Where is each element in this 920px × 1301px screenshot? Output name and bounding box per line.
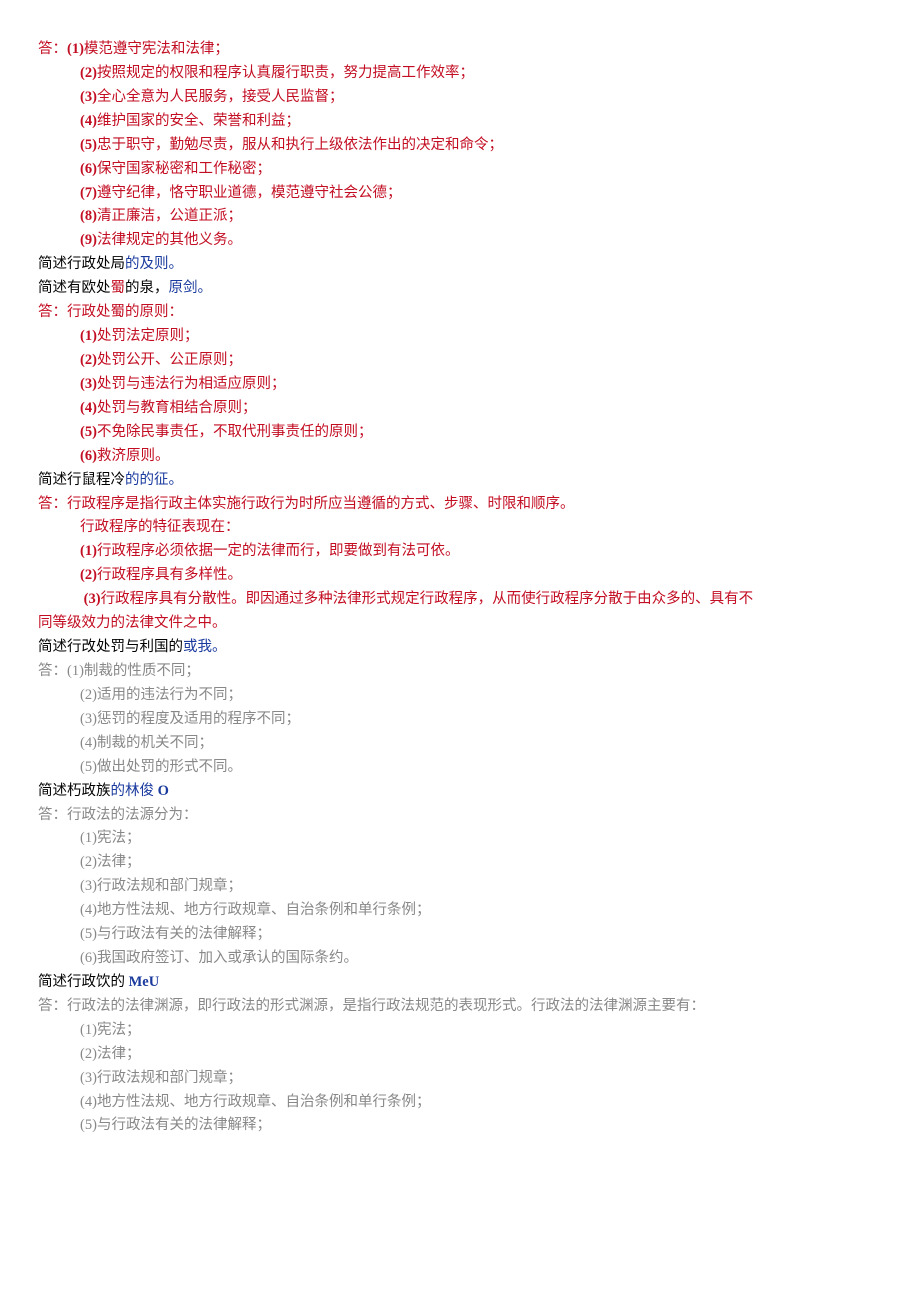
q5-item-5: (5)与行政法有关的法律解释； xyxy=(38,923,882,947)
q6-item-4: (4)地方性法规、地方行政规章、自治条例和单行条例； xyxy=(38,1091,882,1115)
q5-item-1: (1)宪法； xyxy=(38,827,882,851)
q1-answer-line-3: (3)全心全意为人民服务，接受人民监督； xyxy=(38,86,882,110)
q5-item-2: (2)法律； xyxy=(38,851,882,875)
q5-title: 简述朽政族的林俊 O xyxy=(38,780,882,804)
q4-title: 简述行改处罚与利国的或我。 xyxy=(38,636,882,660)
q2-item-4: (4)处罚与教育相结合原则； xyxy=(38,397,882,421)
q2-answer-lead: 答：行政处蜀的原则： xyxy=(38,301,882,325)
q4-item-3: (3)惩罚的程度及适用的程序不同； xyxy=(38,708,882,732)
q1-answer-line-2: (2)按照规定的权限和程序认真履行职责，努力提高工作效率； xyxy=(38,62,882,86)
q3-item-1: (1)行政程序必须依据一定的法律而行，即要做到有法可依。 xyxy=(38,540,882,564)
q5-lead: 答：行政法的法源分为： xyxy=(38,804,882,828)
q1-item-num: (1) xyxy=(67,41,84,57)
q2-item-3: (3)处罚与违法行为相适应原则； xyxy=(38,373,882,397)
q4-item-5: (5)做出处罚的形式不同。 xyxy=(38,756,882,780)
q1-answer-line-4: (4)维护国家的安全、荣誉和利益； xyxy=(38,110,882,134)
q5-item-3: (3)行政法规和部门规章； xyxy=(38,875,882,899)
q6-lead: 答：行政法的法律渊源，即行政法的形式渊源，是指行政法规范的表现形式。行政法的法律… xyxy=(38,995,882,1019)
q6-item-2: (2)法律； xyxy=(38,1043,882,1067)
q3-item-3: (3)行政程序具有分散性。即因通过多种法律形式规定行政程序，从而使行政程序分散于… xyxy=(38,588,882,612)
q3-item-3-cont: 同等级效力的法律文件之中。 xyxy=(38,612,882,636)
q5-item-6: (6)我国政府签订、加入或承认的国际条约。 xyxy=(38,947,882,971)
q5-item-4: (4)地方性法规、地方行政规章、自治条例和单行条例； xyxy=(38,899,882,923)
q3-lead1: 答：行政程序是指行政主体实施行政行为时所应当遵循的方式、步骤、时限和顺序。 xyxy=(38,493,882,517)
q1-answer-line-6: (6)保守国家秘密和工作秘密； xyxy=(38,158,882,182)
q2-title-a: 简述行政处局的及则。 xyxy=(38,253,882,277)
q1-answer-line-7: (7)遵守纪律，恪守职业道德，模范遵守社会公德； xyxy=(38,182,882,206)
q6-title: 简述行政饮的 MeU xyxy=(38,971,882,995)
q6-item-5: (5)与行政法有关的法律解释； xyxy=(38,1114,882,1138)
q2-item-5: (5)不免除民事责任，不取代刑事责任的原则； xyxy=(38,421,882,445)
q4-item-2: (2)适用的违法行为不同； xyxy=(38,684,882,708)
answer-prefix: 答： xyxy=(38,41,67,57)
q2-item-2: (2)处罚公开、公正原则； xyxy=(38,349,882,373)
q1-item-text: 模范遵守宪法和法律； xyxy=(84,41,229,57)
q1-answer-line-9: (9)法律规定的其他义务。 xyxy=(38,229,882,253)
q1-answer-line-5: (5)忠于职守，勤勉尽责，服从和执行上级依法作出的决定和命令； xyxy=(38,134,882,158)
q1-answer-line-8: (8)清正廉洁，公道正派； xyxy=(38,205,882,229)
q3-title: 简述行鼠程冷的的征。 xyxy=(38,469,882,493)
q2-title-b: 简述有欧处蜀的泉，原剑。 xyxy=(38,277,882,301)
q6-item-1: (1)宪法； xyxy=(38,1019,882,1043)
q6-item-3: (3)行政法规和部门规章； xyxy=(38,1067,882,1091)
q3-lead2: 行政程序的特征表现在： xyxy=(38,516,882,540)
q4-item-1: 答：(1)制裁的性质不同； xyxy=(38,660,882,684)
q4-item-4: (4)制裁的机关不同； xyxy=(38,732,882,756)
q3-item-2: (2)行政程序具有多样性。 xyxy=(38,564,882,588)
q1-answer-line-1: 答：(1)模范遵守宪法和法律； xyxy=(38,38,882,62)
q2-item-6: (6)救济原则。 xyxy=(38,445,882,469)
q2-item-1: (1)处罚法定原则； xyxy=(38,325,882,349)
